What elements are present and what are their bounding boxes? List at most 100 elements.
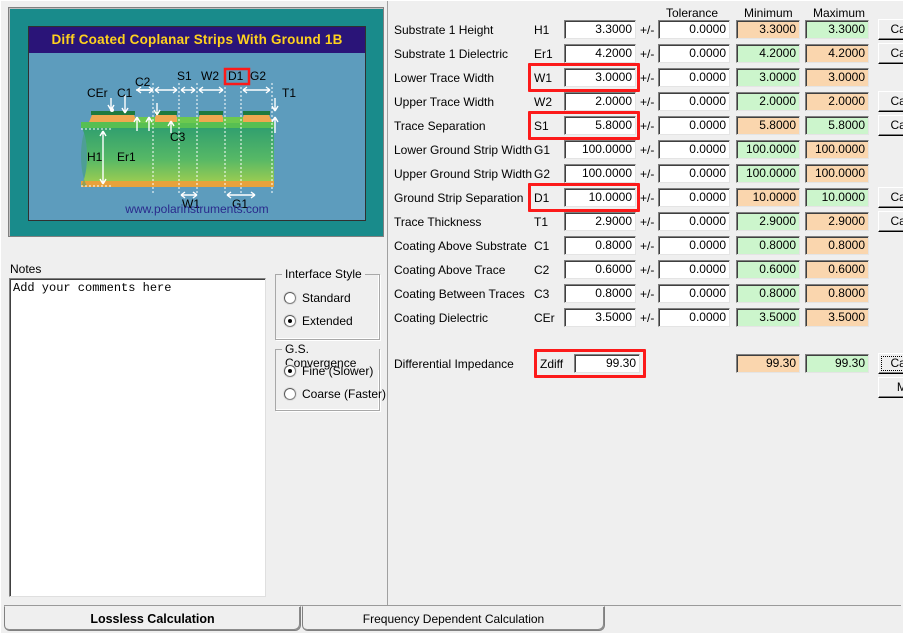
parameter-symbol: T1: [534, 215, 548, 229]
radio-convergence-coarse[interactable]: Coarse (Faster): [284, 387, 386, 401]
parameter-value-field[interactable]: 0.8000: [564, 284, 636, 303]
parameter-value-field[interactable]: 0.6000: [564, 260, 636, 279]
result-symbol: Zdiff: [540, 357, 563, 371]
parameter-maximum-cell: 5.8000: [805, 116, 869, 135]
parameter-tolerance-field[interactable]: 0.0000: [658, 260, 730, 279]
label-s1: S1: [177, 69, 192, 83]
parameter-symbol: C2: [534, 263, 549, 277]
plus-minus-label: +/-: [640, 239, 654, 253]
parameter-label: Coating Above Substrate: [394, 239, 527, 253]
parameter-tolerance-field[interactable]: 0.0000: [658, 212, 730, 231]
radio-interface-standard[interactable]: Standard: [284, 291, 351, 305]
parameter-value-field[interactable]: 3.3000: [564, 20, 636, 39]
parameter-symbol: CEr: [534, 311, 555, 325]
parameter-value-field[interactable]: 2.9000: [564, 212, 636, 231]
parameter-value-field[interactable]: 2.0000: [564, 92, 636, 111]
plus-minus-label: +/-: [640, 167, 654, 181]
parameter-label: Upper Trace Width: [394, 95, 494, 109]
parameter-tolerance-field[interactable]: 0.0000: [658, 140, 730, 159]
parameter-value-field[interactable]: 0.8000: [564, 236, 636, 255]
parameter-maximum-cell: 3.3000: [805, 20, 869, 39]
parameter-row: Trace ThicknessT12.9000+/-0.00002.90002.…: [388, 211, 903, 235]
parameter-row: Coating Above TraceC20.6000+/-0.00000.60…: [388, 259, 903, 283]
calculate-button[interactable]: Calculate: [878, 187, 903, 208]
parameter-minimum-cell: 2.9000: [736, 212, 800, 231]
parameter-row: Trace SeparationS15.8000+/-0.00005.80005…: [388, 115, 903, 139]
calculate-button[interactable]: Calculate: [878, 211, 903, 232]
plus-minus-label: +/-: [640, 47, 654, 61]
parameter-value-field[interactable]: 100.0000: [564, 164, 636, 183]
plus-minus-label: +/-: [640, 71, 654, 85]
tab-lossless-calculation[interactable]: Lossless Calculation: [4, 606, 301, 631]
more-button[interactable]: More...: [878, 377, 903, 398]
parameter-tolerance-field[interactable]: 0.0000: [658, 20, 730, 39]
parameter-tolerance-field[interactable]: 0.0000: [658, 236, 730, 255]
parameter-value-field[interactable]: 3.0000: [564, 68, 636, 87]
parameter-label: Coating Between Traces: [394, 287, 525, 301]
calculate-button[interactable]: Calculate: [878, 91, 903, 112]
parameter-tolerance-field[interactable]: 0.0000: [658, 164, 730, 183]
cross-section-svg: CEr C1 C2 C3 S1 W2 D1 G2 T1 H1 Er1 W1 G1: [29, 53, 365, 220]
parameter-tolerance-field[interactable]: 0.0000: [658, 308, 730, 327]
parameter-row: Upper Ground Strip WidthG2100.0000+/-0.0…: [388, 163, 903, 187]
parameter-minimum-cell: 3.0000: [736, 68, 800, 87]
label-t1: T1: [282, 86, 296, 100]
parameter-maximum-cell: 0.8000: [805, 236, 869, 255]
parameter-tolerance-field[interactable]: 0.0000: [658, 68, 730, 87]
parameter-tolerance-field[interactable]: 0.0000: [658, 188, 730, 207]
radio-convergence-fine[interactable]: Fine (Slower): [284, 364, 373, 378]
parameter-maximum-cell: 0.6000: [805, 260, 869, 279]
parameter-maximum-cell: 10.0000: [805, 188, 869, 207]
parameter-minimum-cell: 0.8000: [736, 236, 800, 255]
result-calculate-button[interactable]: Calculate: [878, 353, 903, 374]
radio-label-fine: Fine (Slower): [302, 364, 373, 378]
parameter-value-field[interactable]: 4.2000: [564, 44, 636, 63]
calculate-button[interactable]: Calculate: [878, 19, 903, 40]
parameter-maximum-cell: 0.8000: [805, 284, 869, 303]
parameter-tolerance-field[interactable]: 0.0000: [658, 284, 730, 303]
calculate-button[interactable]: Calculate: [878, 43, 903, 64]
parameter-row: Lower Ground Strip WidthG1100.0000+/-0.0…: [388, 139, 903, 163]
parameter-label: Upper Ground Strip Width: [394, 167, 532, 181]
parameter-symbol: W1: [534, 71, 552, 85]
parameter-symbol: Er1: [534, 47, 553, 61]
parameter-value-field[interactable]: 3.5000: [564, 308, 636, 327]
radio-icon-fine: [284, 365, 296, 377]
parameter-label: Substrate 1 Height: [394, 23, 493, 37]
tab-frequency-dependent-calculation[interactable]: Frequency Dependent Calculation: [302, 606, 605, 631]
parameter-minimum-cell: 0.8000: [736, 284, 800, 303]
parameter-label: Trace Thickness: [394, 215, 481, 229]
parameter-value-field[interactable]: 100.0000: [564, 140, 636, 159]
parameter-maximum-cell: 3.5000: [805, 308, 869, 327]
parameter-maximum-cell: 100.0000: [805, 164, 869, 183]
plus-minus-label: +/-: [640, 215, 654, 229]
parameter-symbol: G1: [534, 143, 550, 157]
parameter-value-field[interactable]: 5.8000: [564, 116, 636, 135]
radio-icon-standard: [284, 292, 296, 304]
cross-section-diagram-panel: Diff Coated Coplanar Strips With Ground …: [8, 7, 384, 237]
calculate-button[interactable]: Calculate: [878, 115, 903, 136]
result-value-field[interactable]: 99.30: [574, 354, 640, 373]
notes-textarea[interactable]: [9, 278, 266, 597]
diagram-title: Diff Coated Coplanar Strips With Ground …: [29, 27, 365, 53]
parameter-minimum-cell: 3.5000: [736, 308, 800, 327]
notes-label: Notes: [10, 262, 41, 276]
parameter-label: Lower Ground Strip Width: [394, 143, 532, 157]
parameter-symbol: C3: [534, 287, 549, 301]
label-w2: W2: [201, 69, 219, 83]
parameter-minimum-cell: 0.6000: [736, 260, 800, 279]
label-er1: Er1: [117, 150, 136, 164]
parameter-tolerance-field[interactable]: 0.0000: [658, 44, 730, 63]
parameter-minimum-cell: 2.0000: [736, 92, 800, 111]
parameter-symbol: S1: [534, 119, 549, 133]
parameter-row: Ground Strip SeparationD110.0000+/-0.000…: [388, 187, 903, 211]
diagram-graphic: CEr C1 C2 C3 S1 W2 D1 G2 T1 H1 Er1 W1 G1: [29, 53, 365, 220]
bottom-tab-strip: Lossless Calculation Frequency Dependent…: [1, 605, 903, 633]
radio-label-extended: Extended: [302, 314, 353, 328]
plus-minus-label: +/-: [640, 311, 654, 325]
parameter-tolerance-field[interactable]: 0.0000: [658, 92, 730, 111]
parameter-value-field[interactable]: 10.0000: [564, 188, 636, 207]
radio-interface-extended[interactable]: Extended: [284, 314, 353, 328]
result-label: Differential Impedance: [394, 357, 514, 371]
parameter-tolerance-field[interactable]: 0.0000: [658, 116, 730, 135]
